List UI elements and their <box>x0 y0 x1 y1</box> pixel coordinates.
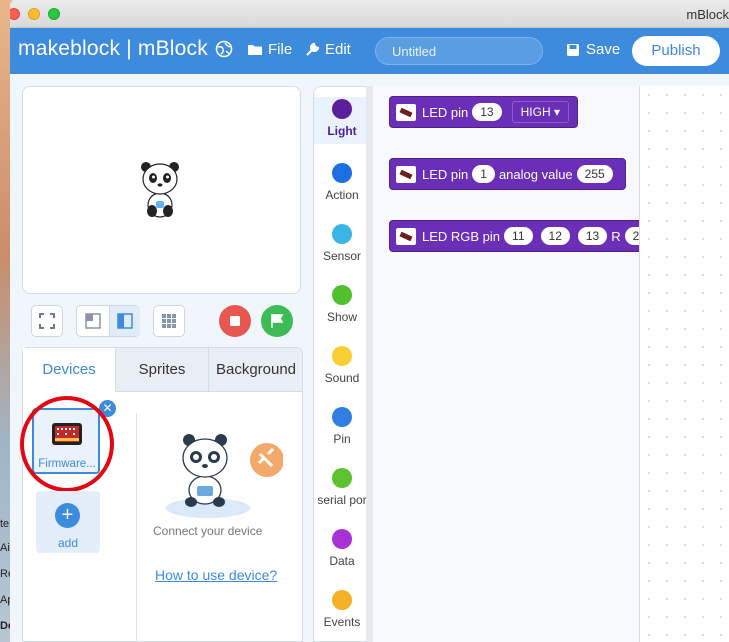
category-dot-icon <box>332 407 352 427</box>
small-stage-icon[interactable] <box>77 306 109 336</box>
stage-layout-toggle[interactable] <box>76 305 140 337</box>
language-globe-icon[interactable] <box>215 40 233 63</box>
stage-canvas[interactable] <box>22 86 301 294</box>
pin-input[interactable]: 1 <box>472 165 495 183</box>
pin-input[interactable]: 13 <box>472 103 502 121</box>
publish-button[interactable]: Publish <box>632 36 720 66</box>
stop-icon <box>230 316 240 326</box>
panel-divider <box>136 413 137 642</box>
panel-tabs: Devices Sprites Background <box>23 348 302 392</box>
tab-devices[interactable]: Devices <box>23 348 116 392</box>
block-text: analog value <box>498 166 573 182</box>
block-palette: LED pin 13 HIGH ▾ LED pin 1 analog value… <box>373 86 639 642</box>
zoom-window-button[interactable] <box>48 8 60 20</box>
large-stage-icon[interactable] <box>109 306 140 336</box>
fullscreen-icon <box>39 313 55 329</box>
tab-background[interactable]: Background <box>209 348 303 392</box>
flag-icon <box>271 314 284 328</box>
category-dot-icon <box>332 529 352 549</box>
panda-device-illustration <box>166 434 283 518</box>
connect-device-text: Connect your device <box>153 524 263 538</box>
edit-menu-label: Edit <box>325 41 351 58</box>
category-sensor[interactable]: Sensor <box>314 224 370 263</box>
block-text: R <box>611 228 621 244</box>
block-text: LED pin <box>422 166 469 182</box>
category-dot-icon <box>332 163 352 183</box>
category-label: serial por <box>317 493 367 507</box>
plus-icon: + <box>55 503 80 528</box>
block-led-rgb-pin[interactable]: LED RGB pin 11 12 13 R 255 <box>389 220 639 252</box>
category-data[interactable]: Data <box>314 529 370 568</box>
tab-sprites[interactable]: Sprites <box>116 348 209 392</box>
green-flag-button[interactable] <box>261 305 293 337</box>
close-icon: ✕ <box>102 401 113 415</box>
value-input[interactable]: 255 <box>576 165 613 183</box>
category-action[interactable]: Action <box>314 163 370 202</box>
pin-input[interactable]: 12 <box>540 227 570 245</box>
window-title: mBlock <box>686 7 729 22</box>
category-label: Show <box>326 310 358 324</box>
category-dot-icon <box>332 285 352 305</box>
level-dropdown[interactable]: HIGH ▾ <box>511 101 569 123</box>
category-label: Sound <box>324 371 360 385</box>
category-pin[interactable]: Pin <box>314 407 370 446</box>
save-label: Save <box>586 41 621 58</box>
category-label: Light <box>327 124 357 138</box>
pin-input[interactable]: 11 <box>504 227 533 245</box>
category-label: Events <box>323 615 361 629</box>
category-light[interactable]: Light <box>314 97 370 144</box>
red-value-input[interactable]: 255 <box>624 227 639 245</box>
category-dot-icon <box>332 99 352 119</box>
led-icon <box>396 227 416 245</box>
category-dot-icon <box>332 590 352 610</box>
project-name-input[interactable]: Untitled <box>375 37 543 65</box>
menu-bar: makeblock | mBlock File Edit Untitled Sa… <box>10 28 729 74</box>
led-icon <box>396 165 416 183</box>
category-label: Data <box>329 554 355 568</box>
add-label: add <box>57 536 79 550</box>
grid-icon <box>162 314 176 328</box>
block-text: LED RGB pin <box>422 228 501 244</box>
save-button[interactable]: Save <box>566 41 620 58</box>
panda-sprite[interactable] <box>139 161 181 224</box>
block-category-palette: Light Action Sensor Show Sound Pin seria… <box>313 86 370 642</box>
category-events[interactable]: Events <box>314 590 370 629</box>
app-window: mBlock makeblock | mBlock File Edit Unti… <box>10 0 729 642</box>
category-show[interactable]: Show <box>314 285 370 324</box>
highlight-circle <box>20 396 114 492</box>
edit-menu[interactable]: Edit <box>305 41 351 58</box>
category-sound[interactable]: Sound <box>314 346 370 385</box>
fullscreen-button[interactable] <box>31 305 63 337</box>
block-text: LED pin <box>422 104 469 120</box>
pin-input[interactable]: 13 <box>577 227 608 245</box>
script-canvas[interactable] <box>639 86 729 642</box>
block-led-pin-analog[interactable]: LED pin 1 analog value 255 <box>389 158 626 190</box>
add-device-button[interactable]: + add <box>36 491 100 553</box>
palette-scrollbar[interactable] <box>366 86 373 642</box>
category-label: Sensor <box>322 249 362 263</box>
minimize-window-button[interactable] <box>28 8 40 20</box>
led-icon <box>396 103 416 121</box>
category-serial-port[interactable]: serial por <box>314 468 370 507</box>
file-menu[interactable]: File <box>247 41 292 58</box>
category-dot-icon <box>332 468 352 488</box>
brand-logo: makeblock | mBlock <box>18 37 208 60</box>
block-led-pin-digital[interactable]: LED pin 13 HIGH ▾ <box>389 96 578 128</box>
category-dot-icon <box>332 224 352 244</box>
title-bar: mBlock <box>10 0 729 28</box>
stop-button[interactable] <box>219 305 251 337</box>
grid-view-button[interactable] <box>153 305 185 337</box>
folder-icon <box>248 45 262 55</box>
how-to-use-device-link[interactable]: How to use device? <box>155 567 277 583</box>
sprite-device-panel: Devices Sprites Background Firmware... ✕… <box>20 347 303 642</box>
category-label: Action <box>325 188 359 202</box>
category-dot-icon <box>332 346 352 366</box>
save-icon <box>567 43 579 56</box>
close-window-button[interactable] <box>10 8 20 20</box>
category-label: Pin <box>333 432 351 446</box>
wrench-icon <box>306 42 320 56</box>
file-menu-label: File <box>268 41 293 58</box>
